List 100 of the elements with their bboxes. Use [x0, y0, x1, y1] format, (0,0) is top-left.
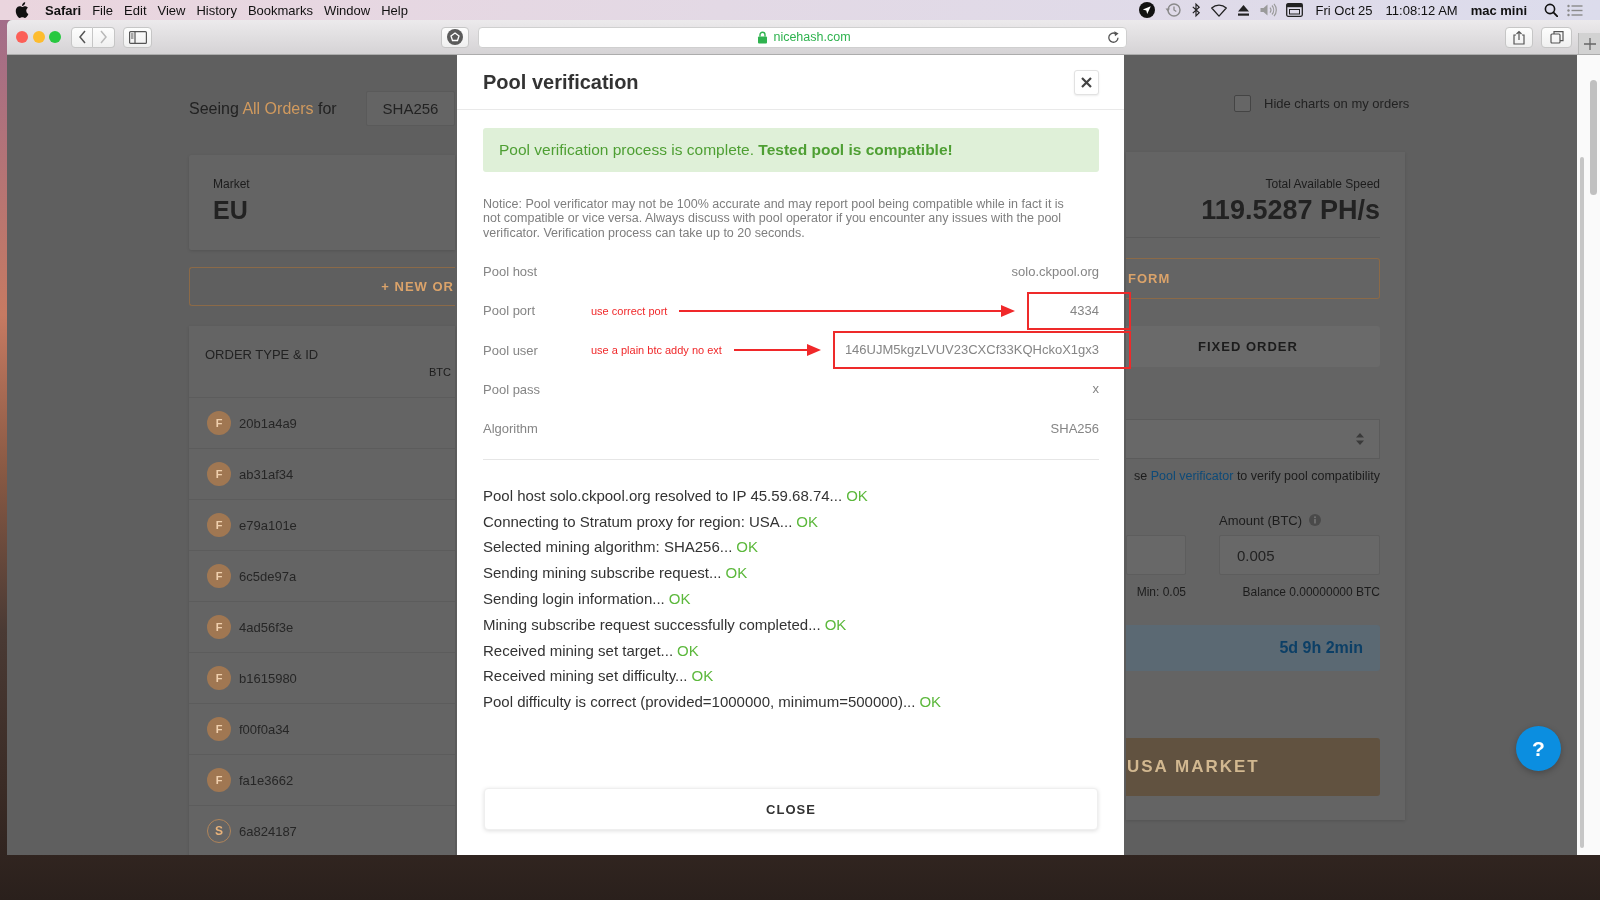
sidebar-button[interactable]	[123, 26, 152, 48]
menu-item[interactable]: History	[196, 2, 237, 18]
log-status: OK	[691, 667, 714, 685]
order-type-badge: F	[207, 564, 231, 588]
menu-clock[interactable]: 11:08:12 AM	[1385, 2, 1458, 18]
order-type-badge: F	[207, 462, 231, 486]
order-id[interactable]: e79a101e	[239, 517, 297, 533]
order-id[interactable]: f00f0a34	[239, 721, 290, 737]
new-order-button[interactable]: + NEW OR	[189, 267, 455, 306]
reload-button[interactable]	[1107, 30, 1120, 44]
order-id[interactable]: 6c5de97a	[239, 568, 297, 584]
log-status: OK	[668, 589, 691, 607]
field-label: Pool pass	[483, 381, 542, 397]
field-label: Algorithm	[483, 421, 539, 437]
speed-value: 119.5287 PH/s	[1200, 195, 1380, 225]
log-status: OK	[725, 564, 748, 582]
eject-icon[interactable]	[1236, 4, 1250, 16]
sidebar-icon	[128, 30, 147, 44]
close-window-button[interactable]	[16, 31, 28, 43]
column-header: BTC	[429, 366, 451, 378]
success-alert: Pool verification process is complete. Tested pool is compatible!	[483, 128, 1099, 172]
field-value: solo.ckpool.org	[1011, 263, 1099, 279]
share-icon	[1512, 29, 1526, 45]
close-dialog-button[interactable]: CLOSE	[484, 788, 1098, 830]
log-status: OK	[824, 615, 847, 633]
field-value: SHA256	[1050, 420, 1099, 436]
field-value: x	[1092, 381, 1099, 397]
menu-item[interactable]: Window	[323, 2, 371, 18]
log-status: OK	[796, 512, 818, 530]
menu-item[interactable]: Edit	[124, 2, 147, 18]
caret-icon	[1356, 433, 1364, 445]
order-id[interactable]: ab31af34	[239, 466, 294, 482]
menu-user[interactable]: mac mini	[1470, 2, 1527, 18]
menu-item[interactable]: Safari	[45, 2, 82, 18]
order-type-badge: F	[207, 513, 231, 537]
apple-icon[interactable]	[15, 2, 29, 18]
help-button[interactable]: ?	[1516, 726, 1561, 771]
menu-item[interactable]: File	[92, 2, 114, 18]
close-icon	[1081, 76, 1092, 88]
order-type-badge: F	[207, 411, 231, 435]
duration-banner: 5d 9h 2min	[1126, 625, 1380, 671]
tabs-button[interactable]	[1541, 26, 1572, 48]
order-id[interactable]: 6a824187	[239, 823, 297, 839]
close-button[interactable]	[1074, 69, 1099, 95]
annotation-note: use a plain btc addy no ext	[591, 344, 722, 357]
wifi-icon[interactable]	[1209, 3, 1228, 17]
menu-date[interactable]: Fri Oct 25	[1315, 2, 1373, 18]
new-tab-button[interactable]	[1578, 33, 1600, 54]
min-note: Min: 0.05	[1136, 585, 1186, 599]
submit-order-button[interactable]: USA MARKET	[1126, 738, 1380, 796]
volume-icon[interactable]	[1258, 3, 1277, 17]
hide-charts-checkbox[interactable]	[1234, 94, 1251, 112]
order-type-badge: F	[207, 717, 231, 741]
display-icon[interactable]	[1285, 3, 1303, 17]
tabs-icon	[1549, 30, 1564, 44]
amount-input[interactable]: 0.005	[1219, 535, 1380, 575]
bluetooth-icon[interactable]	[1190, 2, 1201, 18]
field-value: 146UJM5kgzLVUV23CXCf33KQHckoX1gx3	[844, 342, 1099, 358]
algorithm-select[interactable]: SHA256	[366, 91, 455, 126]
log-status: OK	[919, 693, 942, 711]
order-type-tab[interactable]: FIXED ORDER	[1126, 326, 1380, 367]
log-message: Pool host solo.ckpool.org resolved to IP 45.59.68.74...	[483, 486, 843, 504]
column-header: ORDER TYPE & ID	[205, 347, 319, 362]
market-label: Market	[213, 177, 251, 191]
notice-text: Notice: Pool verificator may not be 100% accurate and may report pool being compatible while in fact it is not compatible or vice versa. Always discuss with pool operator if you encounter any issues with the pool verificator. Verification process can take up to 20 seconds.	[483, 197, 1065, 240]
amount-label: Amount (BTC)	[1219, 512, 1303, 528]
share-button[interactable]	[1505, 26, 1533, 48]
orders-filter-link[interactable]: All Orders	[242, 99, 314, 117]
log-message: Sending login information...	[483, 589, 665, 607]
menu-item[interactable]: Bookmarks	[247, 2, 313, 18]
log-message: Mining subscribe request successfully completed...	[483, 615, 821, 633]
menu-item[interactable]: Help	[381, 2, 408, 18]
field-label: Pool port	[483, 303, 537, 319]
order-id[interactable]: fa1e3662	[239, 772, 294, 788]
log-message: Connecting to Stratum proxy for region: USA...	[483, 512, 793, 530]
order-type-badge: F	[207, 666, 231, 690]
pool-verificator-link[interactable]: Pool verificator	[1150, 469, 1234, 483]
address-field[interactable]: nicehash.com	[478, 26, 1127, 48]
order-id[interactable]: b1615980	[239, 670, 297, 686]
form-button[interactable]: FORM	[1126, 258, 1380, 299]
menu-item[interactable]: View	[157, 2, 186, 18]
order-id[interactable]: 4ad56f3e	[239, 619, 294, 635]
list-icon[interactable]	[1567, 3, 1583, 17]
order-type-badge: F	[207, 768, 231, 792]
scrollbar-thumb[interactable]	[1580, 157, 1584, 848]
order-id[interactable]: 20b1a4a9	[239, 415, 297, 431]
pentagon-icon	[447, 29, 463, 45]
checkbox-label: Hide charts on my orders	[1264, 95, 1410, 111]
reload-icon	[1107, 30, 1120, 44]
field-value: 4334	[1070, 302, 1099, 318]
privacy-button[interactable]	[441, 26, 469, 48]
chevron-right-icon	[99, 30, 108, 44]
scrollbar-thumb[interactable]	[1590, 80, 1597, 195]
speed-label: Total Available Speed	[1264, 177, 1380, 191]
log-status: OK	[677, 641, 699, 659]
search-icon[interactable]	[1544, 3, 1558, 17]
annotation-note: use correct port	[591, 304, 668, 317]
field-label: Pool user	[483, 342, 539, 358]
log-message: Pool difficulty is correct (provided=1000000, minimum=500000)...	[483, 693, 916, 711]
back-button[interactable]	[71, 26, 93, 48]
